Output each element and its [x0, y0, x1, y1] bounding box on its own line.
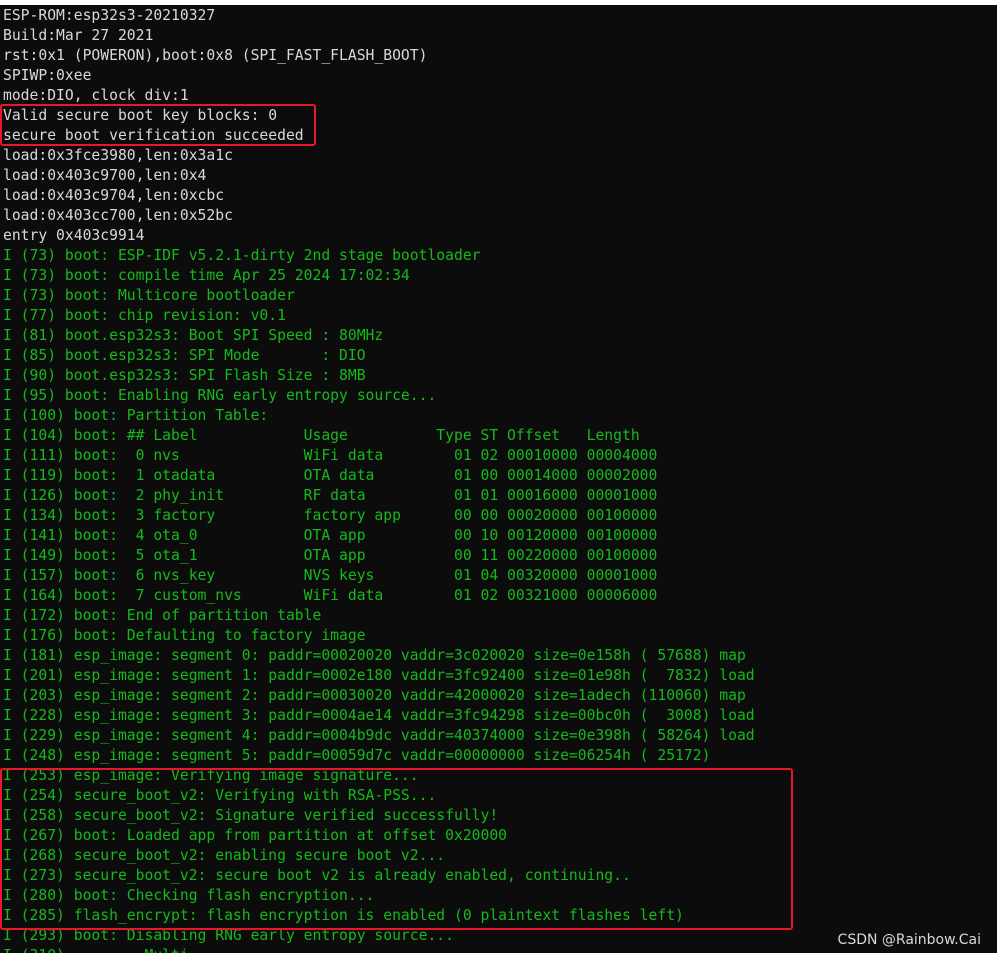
terminal-line: load:0x403c9704,len:0xcbc — [3, 187, 225, 204]
terminal-line: I (176) boot: Defaulting to factory imag… — [3, 627, 366, 644]
terminal-line: load:0x403cc700,len:0x52bc — [3, 207, 233, 224]
terminal-line: I (310) ... ... Multi... — [3, 946, 215, 953]
terminal-line: I (104) boot: ## Label Usage Type ST Off… — [3, 427, 640, 444]
terminal-line: I (81) boot.esp32s3: Boot SPI Speed : 80… — [3, 327, 384, 344]
terminal-line: I (90) boot.esp32s3: SPI Flash Size : 8M… — [3, 367, 366, 384]
terminal-line: I (134) boot: 3 factory factory app 00 0… — [3, 507, 658, 524]
terminal-line: load:0x3fce3980,len:0x3a1c — [3, 147, 233, 164]
terminal-line: Build:Mar 27 2021 — [3, 27, 154, 44]
terminal-line: SPIWP:0xee — [3, 67, 92, 84]
terminal-line: load:0x403c9700,len:0x4 — [3, 167, 207, 184]
terminal-line: I (73) boot: compile time Apr 25 2024 17… — [3, 267, 410, 284]
terminal-line: ESP-ROM:esp32s3-20210327 — [3, 7, 216, 24]
terminal-line: I (141) boot: 4 ota_0 OTA app 00 10 0012… — [3, 527, 658, 544]
terminal-line: entry 0x403c9914 — [3, 227, 145, 244]
terminal-line: I (100) boot: Partition Table: — [3, 407, 269, 424]
terminal-line: I (203) esp_image: segment 2: paddr=0003… — [3, 687, 746, 704]
secure-boot-key-highlight — [0, 104, 316, 146]
terminal-line: I (248) esp_image: segment 5: paddr=0005… — [3, 747, 711, 764]
terminal-line: I (126) boot: 2 phy_init RF data 01 01 0… — [3, 487, 658, 504]
terminal-line: I (77) boot: chip revision: v0.1 — [3, 307, 286, 324]
terminal-line: I (95) boot: Enabling RNG early entropy … — [3, 387, 437, 404]
terminal-line: I (73) boot: ESP-IDF v5.2.1-dirty 2nd st… — [3, 247, 481, 264]
terminal-line: I (201) esp_image: segment 1: paddr=0002… — [3, 667, 755, 684]
terminal-line: I (73) boot: Multicore bootloader — [3, 287, 295, 304]
secure-boot-v2-highlight — [0, 768, 793, 930]
terminal-line: mode:DIO, clock div:1 — [3, 87, 189, 104]
terminal-line: I (172) boot: End of partition table — [3, 607, 322, 624]
watermark-text: CSDN @Rainbow.Cai — [837, 932, 981, 948]
terminal-line: I (85) boot.esp32s3: SPI Mode : DIO — [3, 347, 366, 364]
terminal-line: I (111) boot: 0 nvs WiFi data 01 02 0001… — [3, 447, 658, 464]
terminal-line: I (119) boot: 1 otadata OTA data 01 00 0… — [3, 467, 658, 484]
terminal-line: I (157) boot: 6 nvs_key NVS keys 01 04 0… — [3, 567, 658, 584]
terminal-line: I (181) esp_image: segment 0: paddr=0002… — [3, 647, 746, 664]
terminal-line: rst:0x1 (POWERON),boot:0x8 (SPI_FAST_FLA… — [3, 47, 428, 64]
terminal-line: I (164) boot: 7 custom_nvs WiFi data 01 … — [3, 587, 658, 604]
terminal-line: I (229) esp_image: segment 4: paddr=0004… — [3, 727, 755, 744]
terminal-line: I (149) boot: 5 ota_1 OTA app 00 11 0022… — [3, 547, 658, 564]
terminal-line: I (228) esp_image: segment 3: paddr=0004… — [3, 707, 755, 724]
